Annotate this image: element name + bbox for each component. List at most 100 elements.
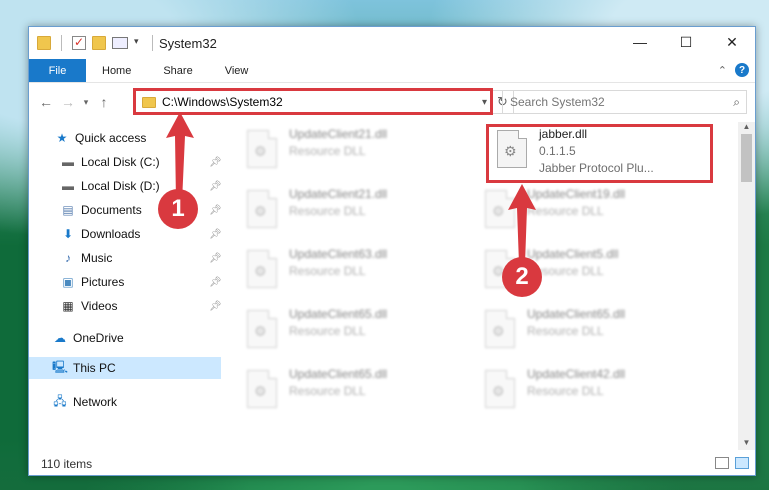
sidebar-item-this-pc[interactable]: 🖳︎ This PC <box>29 357 221 379</box>
pin-icon: 📌︎ <box>209 204 222 216</box>
file-name: UpdateClient42.dll <box>527 367 626 381</box>
quick-access-toolbar: ▾ <box>29 35 157 51</box>
sidebar-item-pictures[interactable]: ▣ Pictures 📌︎ <box>29 270 221 294</box>
search-box[interactable]: ⌕ <box>502 90 747 114</box>
scroll-up-icon[interactable]: ▲ <box>738 122 755 134</box>
file-name: UpdateClient21.dll <box>289 187 388 201</box>
customize-toolbar-icon[interactable] <box>112 37 128 49</box>
maximize-button[interactable]: ☐ <box>663 27 709 57</box>
file-name: UpdateClient65.dll <box>527 307 626 321</box>
pin-icon: 📌︎ <box>209 228 222 240</box>
search-icon[interactable]: ⌕ <box>733 95 740 110</box>
file-explorer-window: ▾ System32 — ☐ ✕ File Home Share View ⌃ … <box>28 26 756 476</box>
tab-share[interactable]: Share <box>147 59 208 82</box>
details-view-icon[interactable] <box>715 457 729 469</box>
list-item[interactable]: ⚙ UpdateClient42.dll Resource DLL <box>479 362 709 420</box>
sidebar-item-onedrive[interactable]: ☁ OneDrive <box>29 326 221 350</box>
sidebar-item-label: Quick access <box>75 131 147 145</box>
sidebar-item-label: Local Disk (C:) <box>81 155 160 169</box>
expand-ribbon-icon[interactable]: ⌃ <box>718 64 727 77</box>
dll-file-icon: ⚙ <box>247 310 277 348</box>
star-icon: ★ <box>56 131 68 145</box>
close-button[interactable]: ✕ <box>709 27 755 57</box>
annotation-step-2: 2 <box>502 257 542 297</box>
up-arrow-icon[interactable]: ↑ <box>93 94 115 110</box>
file-name: UpdateClient21.dll <box>289 127 388 141</box>
search-input[interactable] <box>510 95 720 109</box>
file-highlight-box <box>486 124 713 183</box>
vertical-scrollbar[interactable]: ▲ ▼ <box>738 122 755 450</box>
sidebar-item-label: Documents <box>81 203 142 217</box>
window-controls: — ☐ ✕ <box>617 27 755 57</box>
file-name: UpdateClient63.dll <box>289 247 388 261</box>
recent-locations-chevron-icon[interactable]: ▾ <box>79 97 93 108</box>
pin-icon: 📌︎ <box>209 276 222 288</box>
dll-file-icon: ⚙ <box>247 250 277 288</box>
back-arrow-icon[interactable]: ← <box>35 94 57 110</box>
chevron-down-icon[interactable]: ▾ <box>134 36 142 50</box>
dll-file-icon: ⚙ <box>247 370 277 408</box>
sidebar-item-downloads[interactable]: ⬇ Downloads 📌︎ <box>29 222 222 246</box>
file-type: Resource DLL <box>527 324 604 338</box>
drive-icon: ▬ <box>62 179 74 193</box>
download-icon: ⬇ <box>62 227 74 241</box>
forward-arrow-icon[interactable]: → <box>57 94 79 110</box>
sidebar-item-network[interactable]: 🖧︎ Network <box>29 390 221 414</box>
pictures-icon: ▣ <box>62 275 74 289</box>
scroll-thumb[interactable] <box>741 134 752 182</box>
item-count: 110 items <box>41 457 93 471</box>
sidebar-item-label: This PC <box>73 361 116 375</box>
cloud-icon: ☁ <box>54 331 66 345</box>
tab-view[interactable]: View <box>209 59 265 82</box>
sidebar-item-label: Network <box>73 395 118 409</box>
scroll-down-icon[interactable]: ▼ <box>738 438 755 450</box>
music-icon: ♪ <box>65 251 71 265</box>
pin-icon: 📌︎ <box>209 300 222 312</box>
sidebar-item-label: Downloads <box>81 227 141 241</box>
file-type: Resource DLL <box>289 144 366 158</box>
large-icons-view-icon[interactable] <box>735 457 749 469</box>
documents-icon: ▤ <box>62 203 74 217</box>
file-type: Resource DLL <box>289 264 366 278</box>
file-type: Resource DLL <box>289 384 366 398</box>
tab-file[interactable]: File <box>29 59 86 82</box>
file-name: UpdateClient65.dll <box>289 307 388 321</box>
file-type: Resource DLL <box>289 324 366 338</box>
title-bar: ▾ System32 — ☐ ✕ <box>29 27 755 59</box>
pin-icon: 📌︎ <box>209 180 222 192</box>
tab-home[interactable]: Home <box>86 59 147 82</box>
dll-file-icon: ⚙ <box>485 310 515 348</box>
window-title: System32 <box>159 35 217 51</box>
minimize-button[interactable]: — <box>617 27 663 57</box>
file-name: UpdateClient65.dll <box>289 367 388 381</box>
sidebar-item-label: OneDrive <box>73 331 124 345</box>
list-item[interactable]: ⚙ UpdateClient21.dll Resource DLL <box>241 182 471 240</box>
annotation-step-1: 1 <box>158 189 198 229</box>
properties-check-icon[interactable] <box>72 35 86 50</box>
list-item[interactable]: ⚙ UpdateClient65.dll Resource DLL <box>241 302 471 360</box>
list-item[interactable]: ⚙ UpdateClient63.dll Resource DLL <box>241 242 471 300</box>
list-item[interactable]: ⚙ UpdateClient65.dll Resource DLL <box>241 362 471 420</box>
ribbon-right-controls: ⌃ ? <box>718 63 749 77</box>
file-type: Resource DLL <box>289 204 366 218</box>
pin-icon: 📌︎ <box>209 156 222 168</box>
list-item[interactable]: ⚙ UpdateClient21.dll Resource DLL <box>241 122 471 180</box>
sidebar-item-label: Music <box>81 251 113 265</box>
sidebar-item-label: Videos <box>81 299 118 313</box>
dll-file-icon: ⚙ <box>247 190 277 228</box>
help-icon[interactable]: ? <box>735 63 749 77</box>
pin-icon: 📌︎ <box>209 252 222 264</box>
list-item[interactable]: ⚙ UpdateClient65.dll Resource DLL <box>479 302 709 360</box>
sidebar-item-music[interactable]: ♪ Music 📌︎ <box>29 246 222 270</box>
drive-icon: ▬ <box>62 155 74 169</box>
file-type: Resource DLL <box>527 384 604 398</box>
sidebar-item-label: Local Disk (D:) <box>81 179 160 193</box>
ribbon-tabs: File Home Share View ⌃ ? <box>29 59 755 83</box>
sidebar-item-videos[interactable]: ▦ Videos 📌︎ <box>29 294 221 318</box>
toolbar-divider <box>152 35 153 51</box>
videos-icon: ▦ <box>62 299 74 313</box>
network-icon: 🖧︎ <box>53 393 67 408</box>
toolbar-divider <box>61 35 62 51</box>
computer-icon: 🖳︎ <box>52 359 69 374</box>
new-folder-icon[interactable] <box>92 36 106 50</box>
